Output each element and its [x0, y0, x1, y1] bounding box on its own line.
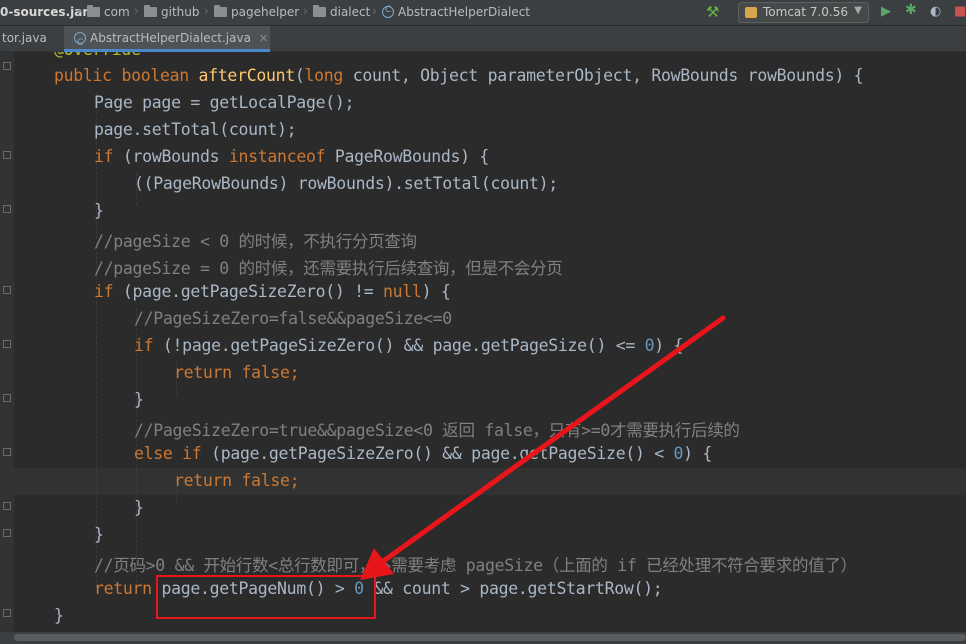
annotation-arrow: [360, 315, 726, 580]
arrow-head: [360, 548, 394, 580]
arrow-shaft: [379, 315, 726, 565]
